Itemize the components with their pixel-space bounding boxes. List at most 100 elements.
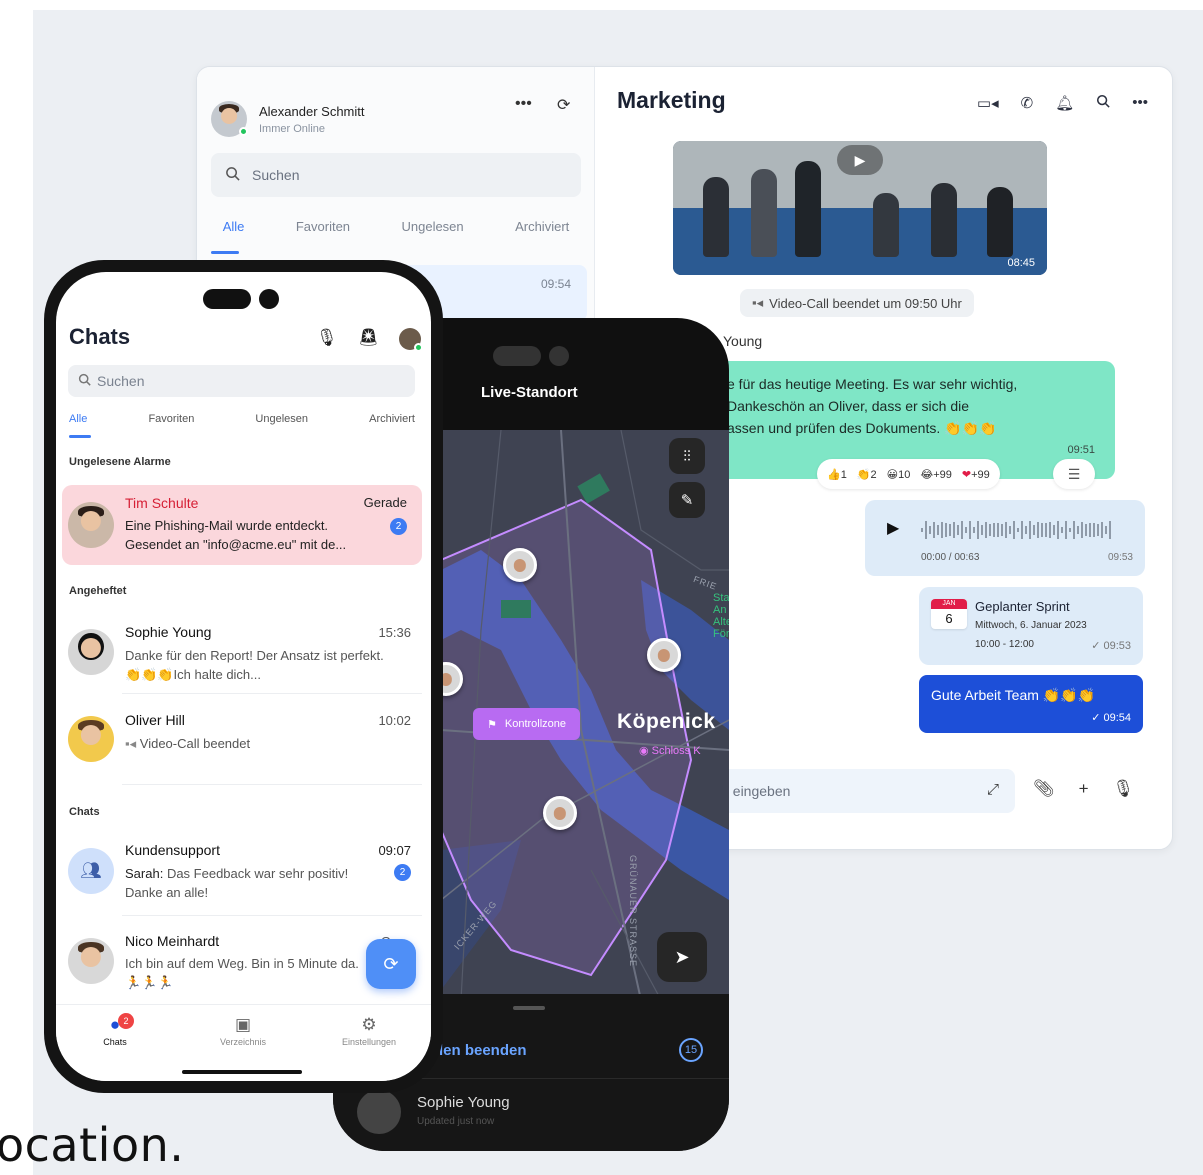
message-line: assen und prüfen des Dokuments. 👏👏👏 (727, 420, 997, 436)
user-avatar (211, 101, 248, 137)
waveform-bar (925, 521, 927, 539)
waveform-bar (937, 524, 939, 536)
waveform-bar (1065, 521, 1067, 539)
video-call-icon[interactable]: ▭◂ (977, 94, 999, 112)
tab-unread[interactable]: Ungelesen (255, 413, 308, 425)
list-icon[interactable]: ☰ (1053, 459, 1095, 489)
street-label: GRÜNAUER STRASSE (628, 854, 639, 968)
chat-time: 15:36 (378, 625, 411, 640)
waveform-bar (1033, 524, 1035, 536)
location-pin-avatar[interactable] (543, 796, 577, 830)
reaction[interactable]: ❤+99 (962, 468, 990, 481)
chat-bubble-icon: ● 2 (70, 1013, 160, 1035)
waveform-bar (1105, 525, 1107, 535)
location-pin-avatar[interactable] (647, 638, 681, 672)
tab-archived[interactable]: Archiviert (515, 219, 569, 234)
attachment-icon[interactable]: 📎︎ (1033, 779, 1055, 799)
waveform-bar (1073, 521, 1075, 539)
waveform-bar (1081, 521, 1083, 539)
filter-icon[interactable]: ⫶⫶ (669, 438, 705, 474)
avatar[interactable] (399, 328, 424, 352)
waveform-bar (957, 525, 959, 535)
plus-icon[interactable]: + (1079, 779, 1089, 799)
event-card[interactable]: JAN 6 Geplanter Sprint Mittwoch, 6. Janu… (919, 587, 1143, 665)
nav-directory[interactable]: ▣ Verzeichnis (198, 1015, 288, 1047)
contact-name: Sophie Young (125, 624, 212, 640)
chat-list-item[interactable]: 👥︎ Kundensupport 09:07 Sarah: Das Feedba… (56, 832, 431, 912)
avatar (68, 716, 114, 762)
bell-icon[interactable]: 🔔︎ (1055, 94, 1074, 112)
alert-icon[interactable]: 🚨︎ (358, 328, 380, 350)
phone-icon[interactable]: ✆ (1021, 94, 1034, 112)
message-line: Dankeschön an Oliver, dass er sich die (727, 398, 970, 414)
chat-time: 10:02 (378, 713, 411, 728)
waveform-bar (1041, 523, 1043, 537)
microphone-icon[interactable]: 🎙︎ (1113, 779, 1135, 799)
play-icon[interactable]: ▶ (837, 145, 883, 175)
tab-all[interactable]: Alle (223, 219, 245, 234)
end-sharing-button[interactable]: len beenden (439, 1042, 527, 1059)
active-tab-indicator (211, 251, 239, 254)
expand-icon[interactable]: ⤢ (987, 781, 999, 798)
alarm-item[interactable]: Tim Schulte Gerade Eine Phishing-Mail wu… (62, 485, 422, 565)
alarm-text: Eine Phishing-Mail wurde entdeckt. Gesend… (125, 518, 347, 552)
search-icon[interactable] (1096, 94, 1110, 112)
microphone-icon[interactable]: 🎙︎ (316, 328, 338, 350)
new-chat-icon[interactable]: ⟳ (557, 95, 570, 115)
reaction[interactable]: 👍1 (827, 468, 847, 481)
chat-list-item[interactable]: Sophie Young 15:36 Danke für den Report!… (56, 612, 431, 692)
edit-zone-icon[interactable]: ✎ (669, 482, 705, 518)
waveform-bar (933, 521, 935, 539)
contact-name: Kundensupport (125, 842, 220, 858)
camera-dot (549, 346, 569, 366)
tab-archived[interactable]: Archiviert (369, 413, 415, 425)
waveform-bar (1049, 522, 1051, 538)
video-camera-icon: ▪◂ (752, 295, 764, 310)
tab-favorites[interactable]: Favoriten (148, 413, 194, 425)
current-user[interactable]: Alexander Schmitt Immer Online (211, 101, 365, 137)
play-icon[interactable]: ▶ (887, 518, 899, 538)
voice-message[interactable]: ▶ 00:00 / 00:63 09:53 (865, 500, 1145, 576)
search-input[interactable]: Suchen (211, 153, 581, 197)
video-thumbnail[interactable]: ▶ 08:45 (673, 141, 1047, 275)
group-avatar: 👥︎ (68, 848, 114, 894)
tab-unread[interactable]: Ungelesen (401, 219, 463, 234)
chat-list-item[interactable]: Oliver Hill 10:02 ▪◂ Video-Call beendet (56, 700, 431, 780)
waveform-bar (1077, 525, 1079, 535)
reaction[interactable]: 😂+99 (920, 468, 952, 481)
waveform-bar (945, 523, 947, 537)
user-name: Alexander Schmitt (259, 103, 365, 119)
reaction[interactable]: 😀10 (887, 468, 911, 481)
search-input[interactable]: Suchen (68, 365, 415, 397)
chat-phone: Chats 🎙︎ 🚨︎ Suchen Alle Favoriten Ungele… (44, 260, 443, 1093)
gear-icon: ⚙ (361, 1015, 377, 1034)
page-title: Chats (69, 324, 131, 349)
message-bubble-blue[interactable]: Gute Arbeit Team 👏👏👏 ✓ 09:54 (919, 675, 1143, 733)
flag-icon: ⚑ (487, 718, 497, 731)
new-chat-button[interactable]: ⟳ (366, 939, 416, 989)
reaction[interactable]: 👏2 (857, 468, 877, 481)
message-time: ✓ 09:54 (1091, 712, 1131, 724)
calendar-icon: JAN 6 (931, 599, 967, 629)
control-zone-label[interactable]: ⚑ Kontrollzone (473, 708, 581, 740)
more-options-icon[interactable]: ••• (1132, 94, 1148, 112)
live-location-map[interactable]: Stadion AnAlten Först FRIE GRÜNAUER STRA… (441, 430, 729, 1000)
tab-all[interactable]: Alle (69, 413, 87, 425)
nav-settings[interactable]: ⚙ Einstellungen (324, 1015, 414, 1047)
waveform-bar (993, 522, 995, 538)
waveform-bar (941, 522, 943, 538)
stadium-label: Stadion AnAlten Först (713, 592, 729, 640)
sender-name: Young (723, 333, 763, 349)
waveform-bar (989, 523, 991, 537)
location-pin-avatar[interactable] (503, 548, 537, 582)
sheet-handle[interactable] (513, 1006, 545, 1010)
audio-waveform[interactable] (921, 520, 1111, 540)
message-input[interactable]: t eingeben ⤢ (695, 769, 1015, 813)
nav-chats[interactable]: ● 2 Chats (70, 1013, 160, 1047)
caption-text: ocation. (0, 1118, 185, 1172)
message-text: Gute Arbeit Team 👏👏👏 (931, 687, 1096, 703)
tab-favorites[interactable]: Favoriten (296, 219, 350, 234)
waveform-bar (985, 521, 987, 539)
navigation-icon[interactable]: ➤ (657, 932, 707, 982)
more-options-icon[interactable]: ••• (515, 95, 532, 113)
